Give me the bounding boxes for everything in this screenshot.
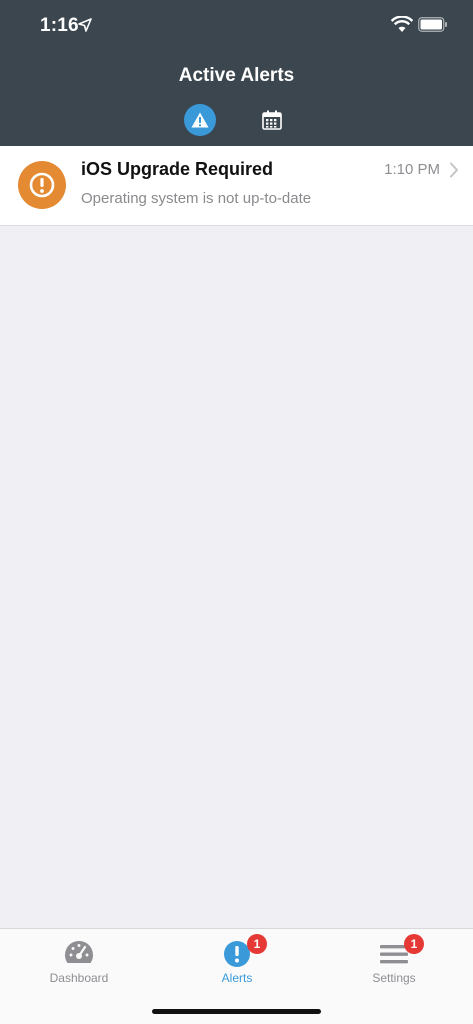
- header: 1:16 Active Alerts: [0, 0, 473, 146]
- tab-label-alerts: Alerts: [221, 971, 253, 985]
- alert-exclamation-icon: [18, 161, 66, 209]
- tab-alerts-nav[interactable]: 1 Alerts: [158, 929, 316, 993]
- page-title: Active Alerts: [178, 65, 295, 86]
- tab-label-dashboard: Dashboard: [49, 971, 109, 985]
- alert-time: 1:10 PM: [384, 161, 440, 178]
- warning-triangle-icon: [191, 112, 209, 128]
- alert-row[interactable]: iOS Upgrade Required Operating system is…: [0, 146, 473, 226]
- calendar-icon[interactable]: [262, 110, 282, 130]
- tab-label-settings: Settings: [372, 971, 416, 985]
- tab-settings[interactable]: 1 Settings: [315, 929, 473, 993]
- alerts-badge: 1: [247, 934, 267, 954]
- settings-badge: 1: [404, 934, 424, 954]
- battery-icon: [418, 17, 447, 32]
- alert-subtitle: Operating system is not up-to-date: [81, 190, 312, 207]
- status-time: 1:16: [40, 15, 79, 36]
- wifi-icon: [391, 16, 413, 32]
- tab-dashboard[interactable]: Dashboard: [0, 929, 158, 993]
- alert-title: iOS Upgrade Required: [81, 159, 274, 179]
- chevron-right-icon: [450, 162, 458, 178]
- dashboard-gauge-icon: [64, 941, 94, 963]
- screen: 1:16 Active Alerts iOS Upgrade Required …: [0, 0, 473, 1024]
- location-arrow-icon: [78, 18, 92, 32]
- home-indicator[interactable]: [152, 1009, 321, 1014]
- status-bar: 1:16: [0, 0, 473, 50]
- tab-active-alerts[interactable]: [184, 104, 216, 136]
